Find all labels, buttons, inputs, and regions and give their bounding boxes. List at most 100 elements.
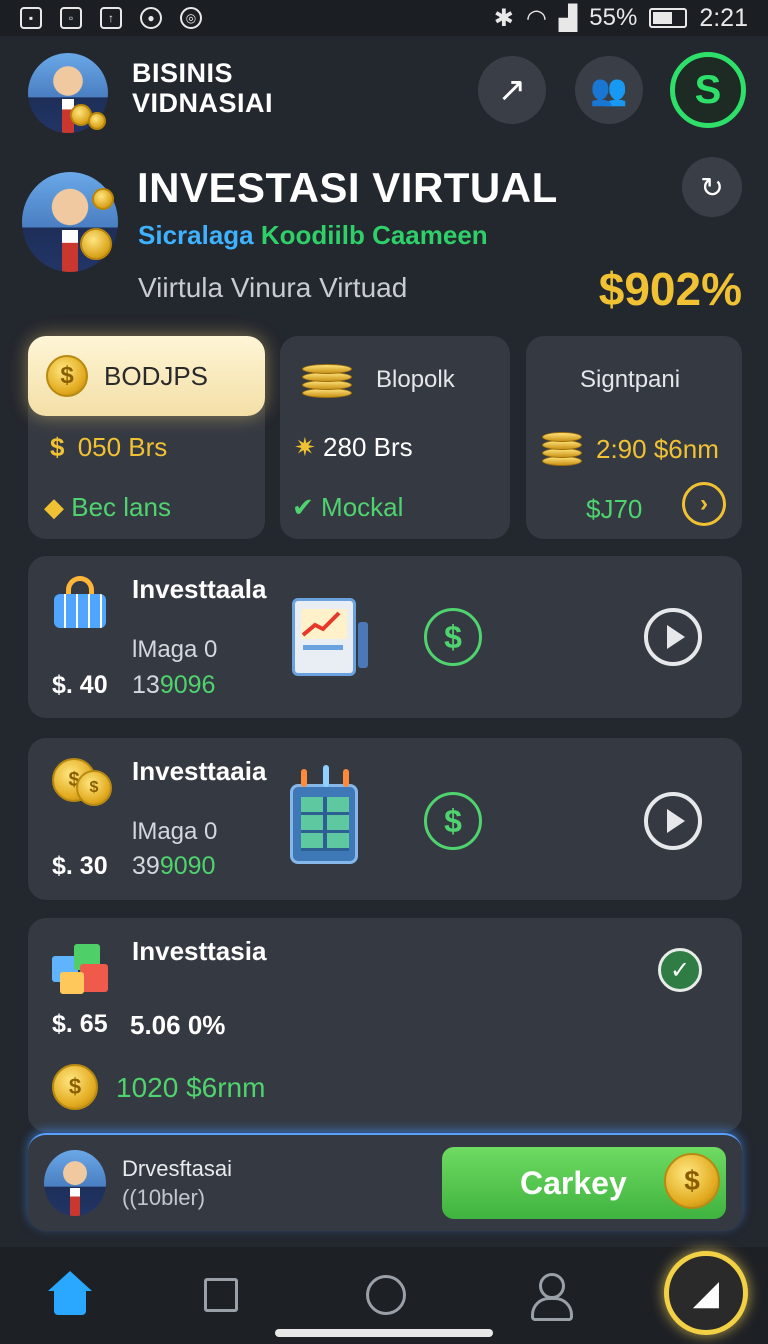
stat-card-1-title: BODJPS [104,360,209,391]
coin-icon [92,188,114,210]
invest-button-1[interactable]: $ [424,608,482,666]
trend-line-icon [301,609,347,650]
investment-row-2-subtitle: lMaga 0 [132,818,218,845]
investment-row-2-number-prefix: 39 [132,852,160,880]
hero-subtitle: Sicralaga Koodiilb Caameen [138,220,488,251]
open-investment-1-button[interactable] [644,608,702,666]
stat-card-2[interactable]: Blopolk ✷ 280 Brs ✔ Mockal [280,336,510,539]
investment-row-3-title: Investtasia [132,936,267,966]
coin-icon [80,228,112,260]
investment-row-3-earning: 1020 $6rnm [116,1072,266,1103]
open-investment-2-button[interactable] [644,792,702,850]
stat-card-1[interactable]: $ BODJPS $ 050 Brs ◆ Bec lans [28,336,265,539]
investment-row-1-number-suffix: 9096 [159,671,216,699]
investment-row-3-rate: 5.06 0% [130,1010,226,1040]
coin-icon [88,112,106,130]
investment-row-2-number-suffix: 9090 [159,852,216,880]
app-icon: ● [140,7,162,29]
circle-icon [366,1275,406,1315]
pen-icon [358,622,368,668]
chevron-right-icon: › [700,490,708,517]
stat-card-1-footer-label: Bec lans [71,492,171,522]
coin-stack-icon [302,358,352,400]
investment-row-2[interactable]: $ $ Investtaaia lMaga 0 $. 30 399090 $ [28,738,742,900]
battery-percent: 55% [589,4,638,31]
hero-percent: $902% [598,263,742,315]
nav-home[interactable] [46,1271,94,1319]
community-button[interactable]: 👥 [575,56,643,124]
stat-card-1-header: $ BODJPS [28,336,265,416]
stat-card-2-amount: 280 Brs [323,432,413,462]
home-icon [46,1271,94,1319]
investment-row-2-title: Investtaaia [132,756,267,786]
stat-card-3-open-button[interactable]: › [682,482,726,526]
stat-card-1-footer: ◆ Bec lans [44,492,171,523]
check-icon: ✔ [292,492,314,522]
users-icon: 👥 [590,73,628,107]
user-avatar[interactable] [44,1150,106,1216]
screen-icon: ▫ [60,7,82,29]
dollar-sign: $ [50,432,65,462]
investment-row-3[interactable]: Investtasia ✓ $. 65 5.06 0% $ 1020 $6rnm [28,918,742,1132]
hero-subtitle-blue: Sicralaga [138,220,254,250]
stat-card-3-value: 2:90 $6nm [596,434,719,464]
coin-icon: $ [52,1064,98,1110]
trend-icon: ↗ [497,71,527,109]
media-icon: ◎ [180,7,202,29]
invest-button-2[interactable]: $ [424,792,482,850]
investment-row-2-price: $. 30 [52,852,108,880]
nav-recents[interactable] [197,1271,245,1319]
calendar-lock-icon [54,576,106,628]
stat-card-3[interactable]: Signtpani 2:90 $6nm $J70 › [526,336,742,539]
app-header: BISINIS VIDNASIAI ↗ 👥 S [0,36,768,146]
gallery-icon: ▪ [20,7,42,29]
stat-card-1-value: $ 050 Brs [50,432,167,463]
square-icon [204,1278,238,1312]
wifi-icon: ◠ [525,4,547,32]
investment-row-1-number: 139096 [132,671,215,700]
carkey-button-label: Carkey [520,1164,627,1201]
nav-home-circle[interactable] [362,1271,410,1319]
stat-card-2-title: Blopolk [376,366,455,393]
investment-row-2-number: 399090 [132,852,215,881]
hero-subtitle-green: Koodiilb Caameen [260,220,488,250]
coin-icon: $ [46,355,88,397]
cast-icon: ↑ [100,7,122,29]
assistant-fab[interactable]: ◢ [664,1251,748,1335]
gift-boxes-icon [52,938,110,994]
share-button[interactable]: ↻ [682,157,742,217]
investment-row-1-price: $. 40 [52,671,108,699]
calculator-icon [290,765,358,864]
hero-title: INVESTASI VIRTUAL [137,164,558,211]
brand-title-line1: BISINIS [132,58,234,88]
brand-title-line2: VIDNASIAI [132,88,274,118]
nav-profile[interactable] [526,1271,574,1321]
stat-card-1-amount: 050 Brs [77,432,168,462]
stat-card-3-title: Signtpani [580,366,681,393]
bluetooth-icon: ✱ [493,4,514,32]
cta-detail: ((10bler) [122,1185,206,1210]
dollar-icon: $ [444,618,462,655]
hero-description: Viirtula Vinura Virtuad [138,272,408,303]
trend-button[interactable]: ↗ [478,56,546,124]
check-icon: ✓ [669,956,691,984]
share-icon: ↻ [700,171,724,203]
dollar-icon: $ [444,802,462,839]
home-indicator[interactable] [275,1329,493,1337]
investment-row-3-price: $. 65 [52,1010,108,1038]
stat-card-2-footer: ✔ Mockal [292,492,403,523]
premium-button[interactable]: S [670,52,746,128]
stat-card-3-footer: $J70 [586,494,643,524]
cta-name: Drvesftasai [122,1156,233,1181]
premium-badge-letter: S [694,67,722,112]
battery-icon [649,8,688,28]
chart-report-icon [292,598,356,676]
investment-row-1-subtitle: lMaga 0 [132,636,218,663]
investment-row-1-title: Investtaala [132,574,267,604]
stat-card-2-footer-label: Mockal [321,492,404,522]
coin-icon: $ [76,770,112,806]
investment-row-1-number-prefix: 13 [132,671,160,699]
sparkle-icon: ✷ [294,432,316,462]
investment-row-1[interactable]: Investtaala lMaga 0 $. 40 139096 $ [28,556,742,718]
brand-title: BISINIS VIDNASIAI [132,58,273,118]
